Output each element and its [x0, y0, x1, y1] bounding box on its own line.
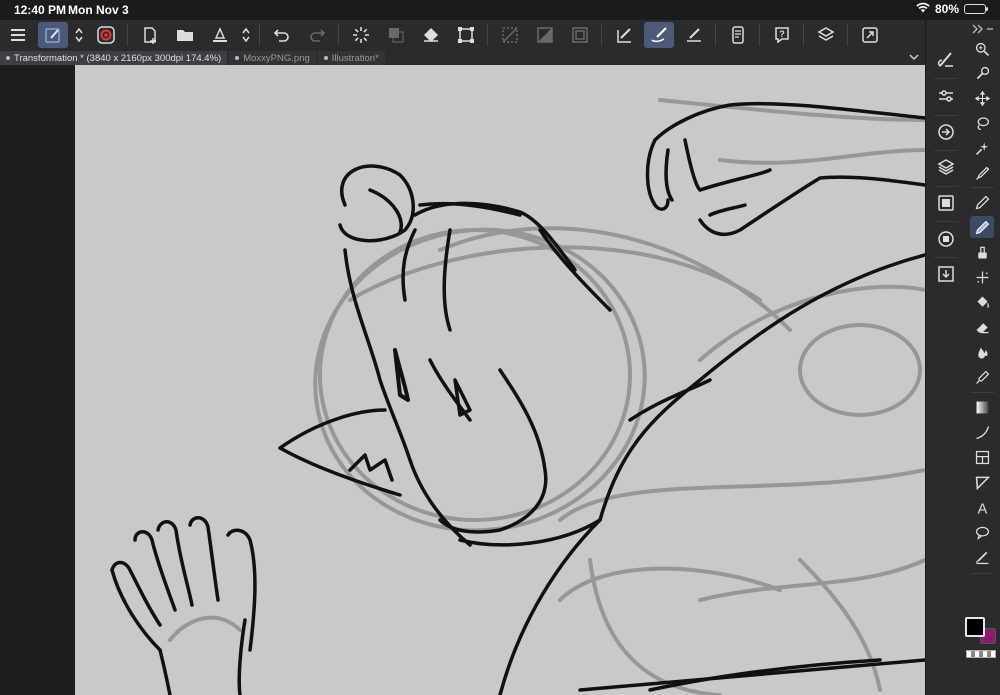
brush-settings-icon[interactable] — [932, 45, 960, 73]
transparent-color-swatch[interactable] — [966, 650, 996, 658]
status-date: Mon Nov 3 — [68, 3, 129, 17]
panel-separator — [934, 221, 958, 222]
loading-icon[interactable] — [346, 22, 376, 48]
toolbar-separator — [338, 24, 339, 46]
curve-icon[interactable] — [970, 421, 994, 443]
fill-icon[interactable] — [970, 291, 994, 313]
brush-icon[interactable] — [970, 241, 994, 263]
toolbar-separator — [759, 24, 760, 46]
tool-separator — [971, 573, 994, 574]
svg-text:?: ? — [779, 29, 785, 39]
panel-separator — [934, 115, 958, 116]
text-icon[interactable]: A — [970, 496, 994, 518]
tab-label: Illustration* — [331, 52, 379, 64]
layers-icon[interactable] — [932, 153, 960, 181]
status-bar: 12:40 PM Mon Nov 3 80% — [0, 0, 1000, 20]
palette-panel — [925, 20, 966, 695]
eyedropper-icon[interactable] — [970, 162, 994, 184]
help-icon[interactable]: ? — [767, 22, 797, 48]
speech-bubble-icon[interactable] — [970, 521, 994, 543]
toolbar-separator — [715, 24, 716, 46]
toolbar-separator — [127, 24, 128, 46]
tool-separator — [971, 392, 994, 393]
magic-wand-icon[interactable] — [970, 137, 994, 159]
selection-icon[interactable] — [970, 112, 994, 134]
frame-icon[interactable] — [970, 446, 994, 468]
double-chevron-icon[interactable] — [969, 23, 995, 35]
tab-transformation[interactable]: Transformation * (3840 x 2160px 300dpi 1… — [0, 51, 228, 65]
move-icon[interactable] — [970, 87, 994, 109]
undo-icon[interactable] — [267, 22, 297, 48]
gradient-icon[interactable] — [970, 396, 994, 418]
toolbar-separator — [259, 24, 260, 46]
main-toolbar: ? — [0, 20, 925, 50]
brush-icon[interactable] — [37, 22, 68, 48]
ruler-icon[interactable] — [970, 471, 994, 493]
new-document-icon[interactable] — [135, 22, 165, 48]
chevron-down-icon[interactable] — [907, 51, 921, 63]
pencil-icon[interactable] — [970, 216, 994, 238]
redo-icon[interactable] — [302, 22, 332, 48]
panel-separator — [934, 78, 958, 79]
sliders-icon[interactable] — [932, 82, 960, 110]
layers-icon[interactable] — [811, 22, 841, 48]
battery-percent: 80% — [934, 2, 959, 16]
toolbar-separator — [847, 24, 848, 46]
tool-separator — [971, 187, 994, 188]
correction-icon[interactable] — [970, 546, 994, 568]
figure-icon[interactable] — [970, 366, 994, 388]
document-tabs: Transformation * (3840 x 2160px 300dpi 1… — [0, 50, 925, 65]
toolbar-separator — [487, 24, 488, 46]
tab-dot — [6, 56, 10, 60]
tab-dot — [235, 56, 240, 60]
open-folder-icon[interactable] — [170, 22, 200, 48]
up-down-arrows-icon[interactable] — [72, 22, 86, 48]
up-down-arrows-icon[interactable] — [239, 22, 253, 48]
drawing-canvas[interactable] — [75, 65, 925, 695]
selection-icon[interactable] — [451, 22, 481, 48]
transform-icon[interactable] — [416, 22, 446, 48]
panel-separator — [934, 257, 958, 258]
tab-label: MoxxyPNG.png — [243, 52, 310, 64]
ruler-icon[interactable] — [679, 22, 709, 48]
panel-separator — [934, 150, 958, 151]
tab-illustration[interactable]: Illustration* — [317, 51, 385, 65]
tool-panel: A — [965, 20, 1000, 695]
navigator-icon[interactable] — [932, 118, 960, 146]
eraser-icon[interactable] — [970, 316, 994, 338]
toolbar-separator — [803, 24, 804, 46]
pen-check-icon[interactable] — [609, 22, 639, 48]
zoom-icon[interactable] — [970, 38, 994, 60]
lasso-icon[interactable] — [970, 62, 994, 84]
menu-icon[interactable] — [3, 22, 33, 48]
record-icon[interactable] — [91, 22, 121, 48]
fill-icon[interactable] — [381, 22, 411, 48]
pen-icon[interactable] — [643, 22, 674, 48]
tab-label: Transformation * (3840 x 2160px 300dpi 1… — [14, 52, 222, 64]
smartphone-icon[interactable] — [723, 22, 753, 48]
status-time: 12:40 PM — [14, 3, 67, 17]
svg-text:A: A — [977, 501, 987, 516]
rectangle-icon[interactable] — [565, 22, 595, 48]
battery-icon — [964, 4, 988, 14]
tab-dot — [323, 56, 328, 60]
main-color-swatch[interactable] — [965, 617, 985, 637]
save-icon[interactable] — [205, 22, 235, 48]
pen-icon[interactable] — [970, 191, 994, 213]
tab-moxxypng[interactable]: MoxxyPNG.png — [229, 51, 316, 65]
frames-icon[interactable] — [932, 189, 960, 217]
airbrush-icon[interactable] — [970, 266, 994, 288]
material-icon[interactable] — [932, 225, 960, 253]
status-right: 80% — [916, 2, 988, 16]
wifi-icon — [916, 2, 930, 16]
panel-separator — [934, 186, 958, 187]
blend-icon[interactable] — [970, 341, 994, 363]
invert-icon[interactable] — [530, 22, 560, 48]
clear-icon[interactable] — [495, 22, 525, 48]
sketch-drawing — [110, 98, 925, 695]
toolbar-separator — [601, 24, 602, 46]
fullscreen-icon[interactable] — [855, 22, 885, 48]
download-icon[interactable] — [932, 260, 960, 288]
